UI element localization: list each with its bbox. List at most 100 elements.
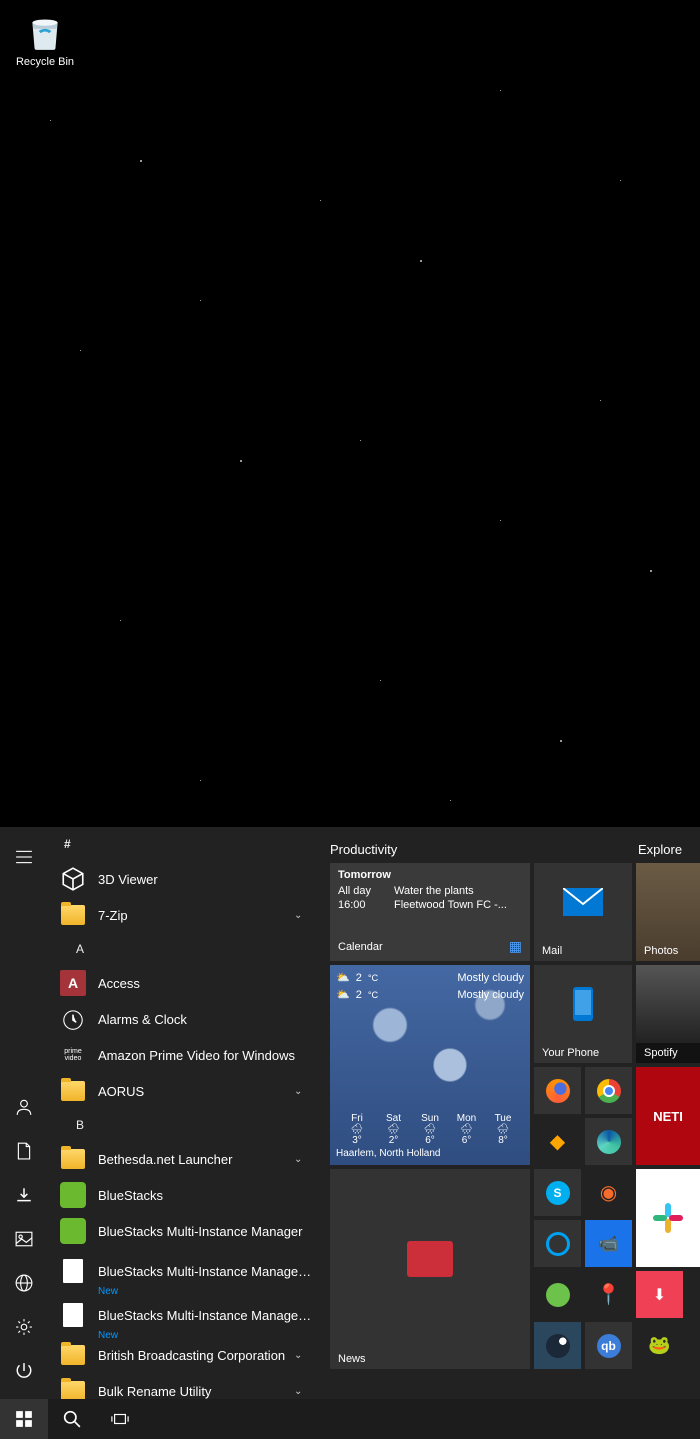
bluestacks-icon — [60, 1218, 86, 1244]
tile-photos[interactable]: Photos — [636, 863, 700, 961]
tile-mail[interactable]: Mail — [534, 863, 632, 961]
app-bs-multi-h[interactable]: BlueStacks Multi-Instance Manager (H... … — [48, 1293, 320, 1337]
tile-cortana[interactable] — [534, 1220, 581, 1267]
tile-calendar[interactable]: Tomorrow All dayWater the plants 16:00Fl… — [330, 863, 530, 961]
chevron-down-icon: ⌄ — [294, 1350, 312, 1361]
sun-cloud-icon: ⛅ — [336, 971, 350, 984]
app-access[interactable]: A Access — [48, 965, 320, 1001]
app-bethesda[interactable]: Bethesda.net Launcher ⌄ — [48, 1141, 320, 1177]
taskbar — [0, 1399, 700, 1439]
firefox-icon — [546, 1079, 570, 1103]
app-bs-multi[interactable]: BlueStacks Multi-Instance Manager — [48, 1213, 320, 1249]
news-icon — [407, 1241, 453, 1277]
recycle-bin-icon — [24, 10, 66, 52]
tile-duo[interactable]: 📹 — [585, 1220, 632, 1267]
app-prime-video[interactable]: primevideo Amazon Prime Video for Window… — [48, 1037, 320, 1073]
app-list[interactable]: # 3D Viewer 7-Zip ⌄ A A Access Alarms & … — [48, 827, 320, 1399]
pin-icon: 📍 — [597, 1283, 621, 1307]
calendar-icon: ▦ — [509, 938, 522, 955]
user-button[interactable] — [0, 1085, 48, 1129]
vpn-icon — [546, 1283, 570, 1307]
tile-firefox[interactable] — [534, 1067, 581, 1114]
rain-icon: 🌧 — [488, 1124, 518, 1135]
misc-icon: 🐸 — [648, 1334, 672, 1358]
app-bbc[interactable]: British Broadcasting Corporation ⌄ — [48, 1337, 320, 1373]
chrome-icon — [597, 1079, 621, 1103]
group-explore[interactable]: Explore — [638, 835, 682, 863]
group-productivity[interactable]: Productivity — [330, 835, 638, 863]
folder-icon — [60, 902, 86, 928]
expand-button[interactable] — [0, 835, 48, 879]
tiles-area: Productivity Explore Tomorrow All dayWat… — [320, 827, 700, 1399]
downloads-button[interactable] — [0, 1173, 48, 1217]
tile-vpn[interactable] — [534, 1271, 581, 1318]
file-icon — [60, 1258, 86, 1284]
sun-cloud-icon: ⛅ — [336, 988, 350, 1001]
tile-qbittorrent[interactable]: qb — [585, 1322, 632, 1369]
network-button[interactable] — [0, 1261, 48, 1305]
skype-icon: S — [546, 1181, 570, 1205]
tile-skype[interactable]: S — [534, 1169, 581, 1216]
settings-button[interactable] — [0, 1305, 48, 1349]
tile-slack[interactable] — [636, 1169, 700, 1267]
folder-icon — [60, 1378, 86, 1399]
access-icon: A — [60, 970, 86, 996]
tile-edge[interactable] — [585, 1118, 632, 1165]
chevron-down-icon: ⌄ — [294, 1154, 312, 1165]
cube-icon — [60, 866, 86, 892]
recycle-bin-label: Recycle Bin — [10, 56, 80, 68]
folder-icon — [60, 1078, 86, 1104]
rain-icon: 🌧 — [415, 1124, 445, 1135]
slack-icon — [651, 1201, 685, 1235]
tile-spotify[interactable]: Spotify — [636, 965, 700, 1063]
pocket-icon: ⬇ — [648, 1283, 672, 1307]
tile-pocket[interactable]: ⬇ — [636, 1271, 683, 1318]
rain-icon: 🌧 — [452, 1124, 482, 1135]
tile-your-phone[interactable]: Your Phone — [534, 965, 632, 1063]
power-button[interactable] — [0, 1349, 48, 1393]
search-button[interactable] — [48, 1399, 96, 1439]
cortana-icon — [546, 1232, 570, 1256]
app-3d-viewer[interactable]: 3D Viewer — [48, 861, 320, 897]
chevron-down-icon: ⌄ — [294, 1086, 312, 1097]
qbittorrent-icon: qb — [597, 1334, 621, 1358]
app-bs-multi-6[interactable]: BlueStacks Multi-Instance Manager (6... … — [48, 1249, 320, 1293]
tile-dropbox[interactable]: ◆ — [534, 1118, 581, 1165]
documents-button[interactable] — [0, 1129, 48, 1173]
origin-icon: ◉ — [597, 1181, 621, 1205]
folder-icon — [60, 1342, 86, 1368]
list-header-a[interactable]: A — [48, 933, 320, 965]
rain-icon: 🌧 — [342, 1124, 372, 1135]
task-view-button[interactable] — [96, 1399, 144, 1439]
phone-icon — [573, 987, 593, 1021]
tile-steam[interactable] — [534, 1322, 581, 1369]
mail-icon — [563, 888, 603, 916]
start-rail — [0, 827, 48, 1399]
list-header-b[interactable]: B — [48, 1109, 320, 1141]
edge-icon — [597, 1130, 621, 1154]
tile-origin[interactable]: ◉ — [585, 1169, 632, 1216]
app-aorus[interactable]: AORUS ⌄ — [48, 1073, 320, 1109]
dropbox-icon: ◆ — [546, 1130, 570, 1154]
tile-weather[interactable]: ⛅2°CMostly cloudy ⛅2°CMostly cloudy Fri🌧… — [330, 965, 530, 1165]
app-bluestacks[interactable]: BlueStacks — [48, 1177, 320, 1213]
chevron-down-icon: ⌄ — [294, 910, 312, 921]
tile-netflix[interactable]: NETI — [636, 1067, 700, 1165]
list-header-hash[interactable]: # — [48, 827, 320, 861]
tile-chrome[interactable] — [585, 1067, 632, 1114]
rain-icon: 🌧 — [379, 1124, 409, 1135]
tile-maps[interactable]: 📍 — [585, 1271, 632, 1318]
recycle-bin[interactable]: Recycle Bin — [10, 10, 80, 68]
bluestacks-icon — [60, 1182, 86, 1208]
app-7zip[interactable]: 7-Zip ⌄ — [48, 897, 320, 933]
clock-icon — [60, 1006, 86, 1032]
video-icon: 📹 — [597, 1232, 621, 1256]
app-bulk-rename[interactable]: Bulk Rename Utility ⌄ — [48, 1373, 320, 1399]
tile-news[interactable]: News — [330, 1169, 530, 1369]
tile-misc[interactable]: 🐸 — [636, 1322, 683, 1369]
start-button[interactable] — [0, 1399, 48, 1439]
app-alarms[interactable]: Alarms & Clock — [48, 1001, 320, 1037]
chevron-down-icon: ⌄ — [294, 1386, 312, 1397]
pictures-button[interactable] — [0, 1217, 48, 1261]
prime-video-icon: primevideo — [60, 1042, 86, 1068]
